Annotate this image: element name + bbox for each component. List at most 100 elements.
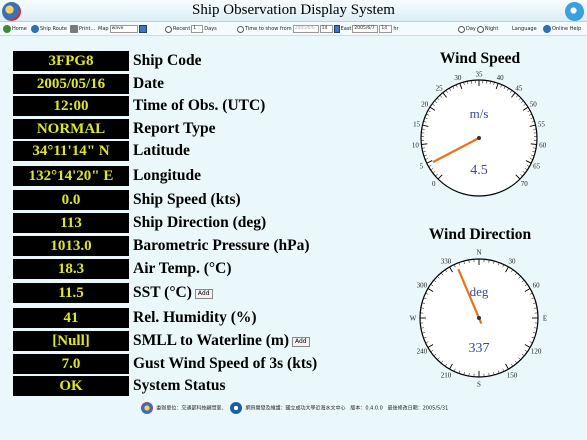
field-value: 34°11'14" N: [13, 141, 129, 161]
to-date-input[interactable]: 2005/6/7: [352, 25, 379, 33]
university-logo-icon: [229, 402, 242, 414]
toolbar: Home Ship Route Print... Map wave Recent…: [0, 22, 587, 36]
gauge-tick-label: 15: [413, 120, 421, 128]
recent-days-select[interactable]: 1: [191, 25, 204, 33]
field-value: [Null]: [13, 331, 129, 351]
field-label: System Status: [133, 377, 226, 394]
map-select[interactable]: wave: [109, 25, 138, 33]
print-button[interactable]: Print...: [70, 24, 95, 34]
field-label: SST (°C) Add: [133, 283, 213, 303]
field-label: Ship Speed (kts): [133, 191, 241, 208]
map-selector: Map wave: [98, 24, 147, 34]
compass-tick-label: N: [476, 249, 481, 257]
compass-unit-label: deg: [470, 284, 489, 299]
field-row-sst: 11.5 SST (°C) Add: [13, 283, 378, 303]
compass-tick-label: 240: [417, 348, 428, 356]
gauge-tick-label: 70: [521, 180, 529, 188]
field-row-ship-code: 3FPG8 Ship Code: [13, 51, 378, 71]
field-row-air-temp: 18.3 Air Temp. (°C): [13, 259, 378, 279]
field-label: SMLL to Waterline (m) Add: [133, 331, 310, 351]
from-hour-select[interactable]: 14: [319, 25, 333, 33]
to-hour-select[interactable]: 14: [379, 25, 393, 33]
field-label: Report Type: [133, 119, 216, 137]
wind-speed-gauge: 0 5 10 15 20 25 30 35 40 45 50 55 60 65 70 m/s 4.5: [412, 71, 547, 197]
field-label: Date: [133, 74, 164, 92]
home-button[interactable]: Home: [3, 24, 27, 34]
gauge-tick-label: 40: [497, 74, 505, 82]
field-label: Barometric Pressure (hPa): [133, 237, 310, 254]
field-value: 0.0: [13, 190, 129, 210]
home-icon: [3, 25, 11, 33]
wind-direction-title: Wind Direction: [428, 226, 532, 243]
gauge-tick-label: 5: [420, 162, 424, 170]
compass-tick-label: 30: [509, 257, 517, 265]
field-label: Air Temp. (°C): [133, 260, 232, 277]
language-button[interactable]: Language: [512, 24, 537, 34]
compass-tick-label: W: [410, 315, 417, 323]
gauge-tick-label: 0: [432, 180, 436, 188]
field-row-gust-wind-speed: 7.0 Gust Wind Speed of 3s (kts): [13, 354, 378, 374]
from-date-input[interactable]: 2005/6/6: [292, 25, 319, 33]
from-dropdown-icon[interactable]: [333, 25, 340, 33]
field-row-latitude: 34°11'14" N Latitude: [13, 141, 378, 161]
field-row-rel-humidity: 41 Rel. Humidity (%): [13, 308, 378, 328]
field-row-ship-speed: 0.0 Ship Speed (kts): [13, 190, 378, 210]
field-value: 2005/05/16: [13, 73, 129, 94]
field-label: Ship Direction (deg): [133, 214, 267, 231]
field-value: 18.3: [13, 259, 129, 279]
field-label: Longitude: [133, 167, 202, 184]
field-row-barometric-pressure: 1013.0 Barometric Pressure (hPa): [13, 236, 378, 256]
gauge-value-label: 4.5: [470, 163, 488, 178]
field-value: 1013.0: [13, 236, 129, 256]
field-value: 12:00: [13, 96, 129, 116]
gauge-tick-label: 50: [530, 100, 538, 108]
gauge-tick-label: 30: [454, 74, 462, 82]
night-radio[interactable]: [476, 25, 484, 33]
compass-hub: [477, 316, 481, 320]
field-label: Gust Wind Speed of 3s (kts): [133, 355, 318, 372]
field-value: 41: [13, 308, 129, 328]
gauge-unit-label: m/s: [470, 106, 489, 121]
online-help-button[interactable]: Online Help: [543, 24, 581, 34]
ministry-logo-icon: [140, 402, 153, 414]
field-value: 3FPG8: [13, 51, 129, 71]
field-value: NORMAL: [13, 118, 129, 139]
field-value: 11.5: [13, 283, 129, 303]
wind-direction-gauge: N 30 60 E 120 150 S 210 240 W 300 330 deg 337: [410, 249, 547, 389]
compass-tick-label: E: [543, 315, 547, 323]
recent-radio[interactable]: [165, 25, 172, 33]
compass-tick-label: 300: [417, 282, 428, 290]
day-radio[interactable]: [458, 25, 465, 33]
field-row-smll-waterline: [Null] SMLL to Waterline (m) Add: [13, 331, 378, 351]
compass-tick-label: 120: [531, 348, 542, 356]
gauge-tick-label: 65: [533, 162, 541, 170]
field-value: OK: [13, 376, 129, 396]
field-value: 113: [13, 213, 129, 233]
day-night-toggle: Day Night: [458, 24, 498, 34]
gauge-tick-label: 25: [436, 84, 444, 92]
field-row-system-status: OK System Status: [13, 376, 378, 396]
field-row-ship-direction: 113 Ship Direction (deg): [13, 213, 378, 233]
footer: 委辦單位：交通部科技顧問室、 網頁開發及維護：國立成功大學近海水文中心 版本：0…: [0, 402, 587, 416]
gauge-tick-label: 45: [515, 84, 523, 92]
ship-route-button[interactable]: Ship Route: [31, 24, 67, 34]
field-row-time-of-obs: 12:00 Time of Obs. (UTC): [13, 96, 378, 116]
compass-tick-label: 60: [533, 282, 541, 290]
compass-tick-label: 150: [507, 372, 518, 380]
compass-tick-label: S: [477, 381, 481, 389]
go-icon[interactable]: [138, 25, 147, 33]
field-label: Ship Code: [133, 52, 202, 69]
compass-tick-label: 330: [441, 257, 452, 265]
help-icon: [543, 25, 551, 33]
gauge-hub: [477, 136, 481, 140]
field-label: Latitude: [133, 142, 190, 159]
wind-speed-title: Wind Speed: [439, 50, 521, 67]
field-row-date: 2005/05/16 Date: [13, 73, 378, 94]
gauge-tick-label: 60: [539, 142, 547, 150]
compass-value-label: 337: [469, 341, 490, 356]
time-range-radio[interactable]: [237, 25, 244, 33]
app-title: Ship Observation Display System: [192, 2, 395, 18]
time-range-filter: Time to show from 2005/6/6 14 East 2005/…: [237, 24, 399, 34]
add-sst-button[interactable]: Add: [194, 289, 213, 299]
add-smll-button[interactable]: Add: [292, 337, 310, 347]
